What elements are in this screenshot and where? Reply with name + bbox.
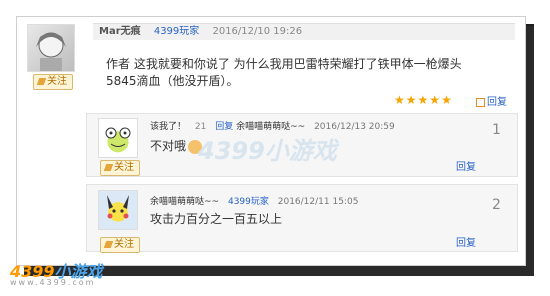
star-icon: ★ [429, 93, 441, 107]
floor-number: 1 [492, 122, 501, 138]
avatar[interactable] [98, 118, 138, 158]
timestamp: 2016/12/11 15:05 [277, 197, 359, 207]
floor-number: 2 [492, 197, 501, 213]
star-icon: ★ [394, 93, 405, 107]
reply-button[interactable]: 回复 [456, 234, 476, 249]
follow-button[interactable]: 关注 [33, 74, 73, 90]
star-icon: ★ [405, 93, 417, 107]
reply-icon [476, 97, 485, 107]
reply-meta: 余喵喵萌萌哒~~ 4399玩家 2016/12/11 15:05 [150, 196, 358, 208]
avatar[interactable] [98, 190, 138, 230]
pencil-icon [103, 240, 114, 248]
rating-stars: ★★★★★ [394, 93, 453, 107]
username[interactable]: 余喵喵萌萌哒~~ [150, 197, 219, 207]
follow-button[interactable]: 关注 [100, 160, 140, 176]
timestamp: 2016/12/10 19:26 [212, 26, 303, 37]
watermark: 4399小游戏 [198, 137, 337, 165]
brand-url: www.4399.com [10, 278, 96, 287]
reply-button[interactable]: 回复 [456, 158, 476, 173]
reply-button[interactable]: 回复 [476, 93, 507, 108]
frog-avatar-icon [105, 127, 131, 147]
post-text: 作者 这我就要和你说了 为什么我用巴雷特荣耀打了铁甲体一枪爆头5845滴血（他没… [106, 57, 462, 88]
user-tag[interactable]: 4399玩家 [228, 197, 269, 207]
user-tag[interactable]: 4399玩家 [154, 26, 199, 37]
reply-text: 不对哦 [150, 139, 203, 154]
pencil-icon [103, 163, 114, 171]
avatar[interactable] [27, 24, 75, 72]
star-icon: ★ [417, 93, 429, 107]
pikachu-avatar-icon [107, 195, 129, 219]
post-header: Mar无痕 4399玩家 2016/12/10 19:26 [93, 23, 515, 40]
username[interactable]: Mar无痕 [99, 26, 141, 37]
pencil-icon [36, 77, 47, 85]
follow-button[interactable]: 关注 [100, 237, 140, 253]
username[interactable]: 该我了！ [150, 122, 186, 132]
anime-avatar-icon [36, 32, 66, 71]
reply-text: 攻击力百分之一百五以上 [150, 212, 283, 226]
star-icon: ★ [441, 93, 452, 107]
